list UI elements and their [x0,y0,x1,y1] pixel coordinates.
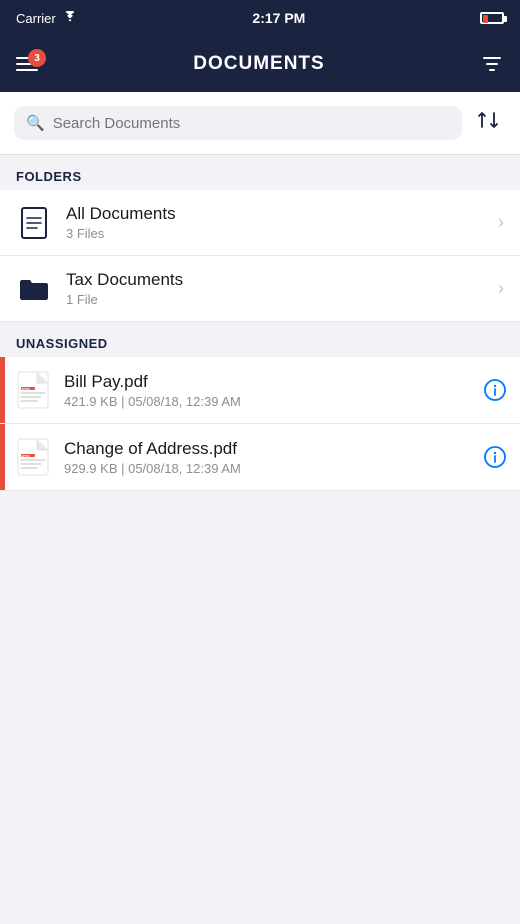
status-bar: Carrier 2:17 PM [0,0,520,36]
search-input-wrapper[interactable]: 🔍 [14,106,462,140]
sort-button[interactable] [470,102,506,144]
status-left: Carrier [16,11,78,26]
status-right [480,12,504,24]
menu-button[interactable]: 3 [16,57,38,71]
search-icon: 🔍 [26,114,45,132]
tax-documents-title: Tax Documents [66,270,484,290]
search-input[interactable] [53,115,450,132]
svg-text:PDF: PDF [22,387,31,392]
bill-pay-details: 421.9 KB | 05/08/18, 12:39 AM [64,394,472,409]
carrier-label: Carrier [16,11,56,26]
chevron-right-icon-2: › [498,278,504,299]
notification-badge: 3 [28,49,46,67]
page-title: DOCUMENTS [193,53,324,75]
tax-documents-folder[interactable]: Tax Documents 1 File › [0,256,520,322]
wifi-icon [62,11,78,26]
empty-content-area [0,491,520,791]
change-address-details: 929.9 KB | 05/08/18, 12:39 AM [64,461,472,476]
bill-pay-name: Bill Pay.pdf [64,372,472,392]
info-button-bill-pay[interactable] [484,379,506,401]
all-documents-subtitle: 3 Files [66,226,484,241]
folders-section-header: FOLDERS [0,155,520,190]
battery-icon [480,12,504,24]
pdf-icon-bill-pay: PDF [14,369,52,411]
tax-documents-subtitle: 1 File [66,292,484,307]
tax-documents-text: Tax Documents 1 File [66,270,484,307]
change-of-address-file[interactable]: PDF Change of Address.pdf 929.9 KB | 05/… [0,424,520,491]
bill-pay-file[interactable]: PDF Bill Pay.pdf 421.9 KB | 05/08/18, 12… [0,357,520,424]
search-bar: 🔍 [0,92,520,155]
status-time: 2:17 PM [252,10,305,26]
filter-button[interactable] [480,52,504,76]
change-address-text: Change of Address.pdf 929.9 KB | 05/08/1… [64,439,472,476]
bill-pay-text: Bill Pay.pdf 421.9 KB | 05/08/18, 12:39 … [64,372,472,409]
chevron-right-icon: › [498,212,504,233]
all-documents-title: All Documents [66,204,484,224]
all-documents-text: All Documents 3 Files [66,204,484,241]
folder-icon [16,271,52,307]
document-icon [16,205,52,241]
pdf-icon-change-address: PDF [14,436,52,478]
svg-text:PDF: PDF [22,454,31,459]
change-address-name: Change of Address.pdf [64,439,472,459]
all-documents-folder[interactable]: All Documents 3 Files › [0,190,520,256]
info-button-change-address[interactable] [484,446,506,468]
nav-bar: 3 DOCUMENTS [0,36,520,92]
unassigned-section-header: UNASSIGNED [0,322,520,357]
